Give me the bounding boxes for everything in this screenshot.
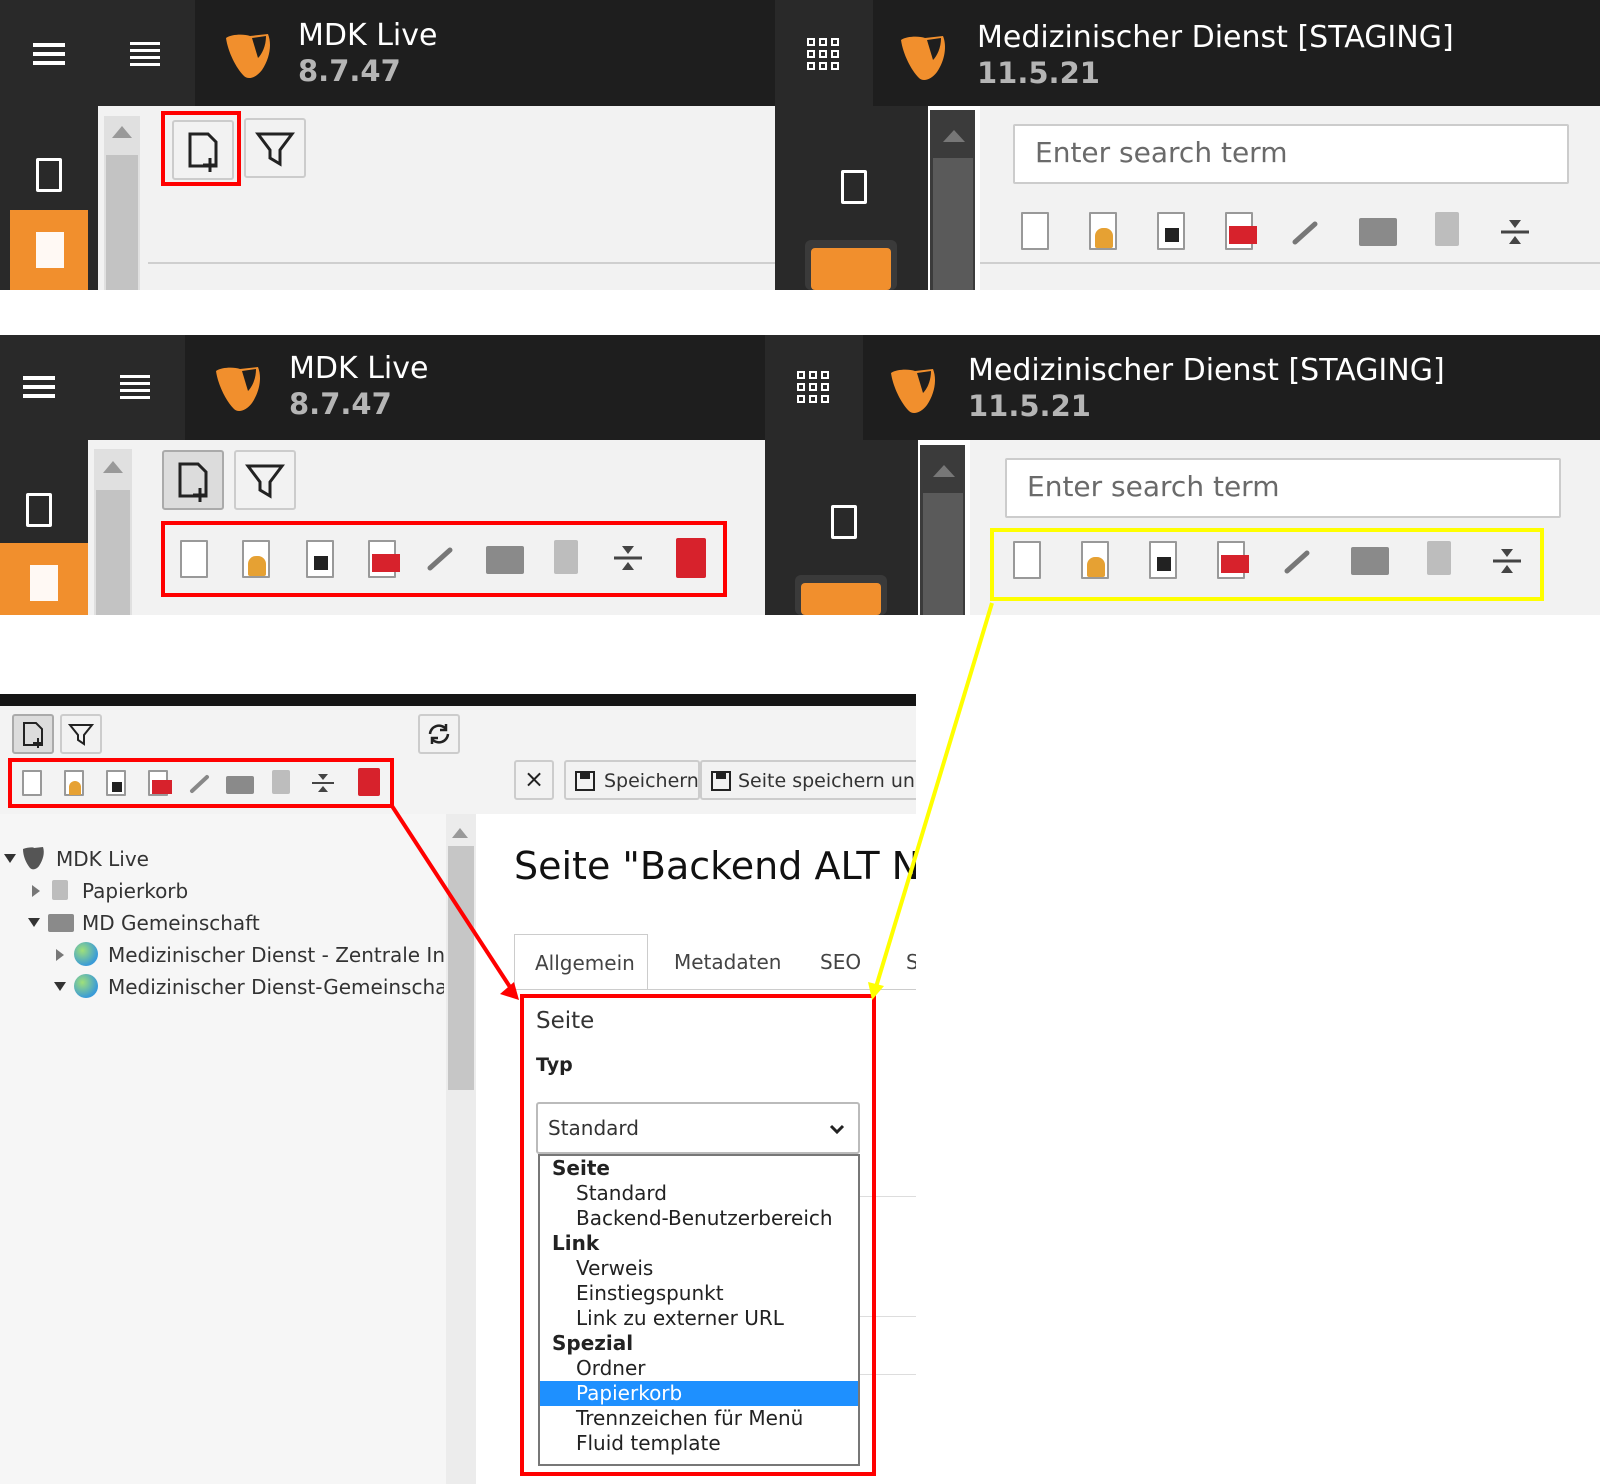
annotation-arrows xyxy=(390,602,994,1000)
red-arrow-line xyxy=(390,804,512,989)
yellow-arrow-head xyxy=(868,982,884,1000)
yellow-arrow-line xyxy=(874,602,994,988)
